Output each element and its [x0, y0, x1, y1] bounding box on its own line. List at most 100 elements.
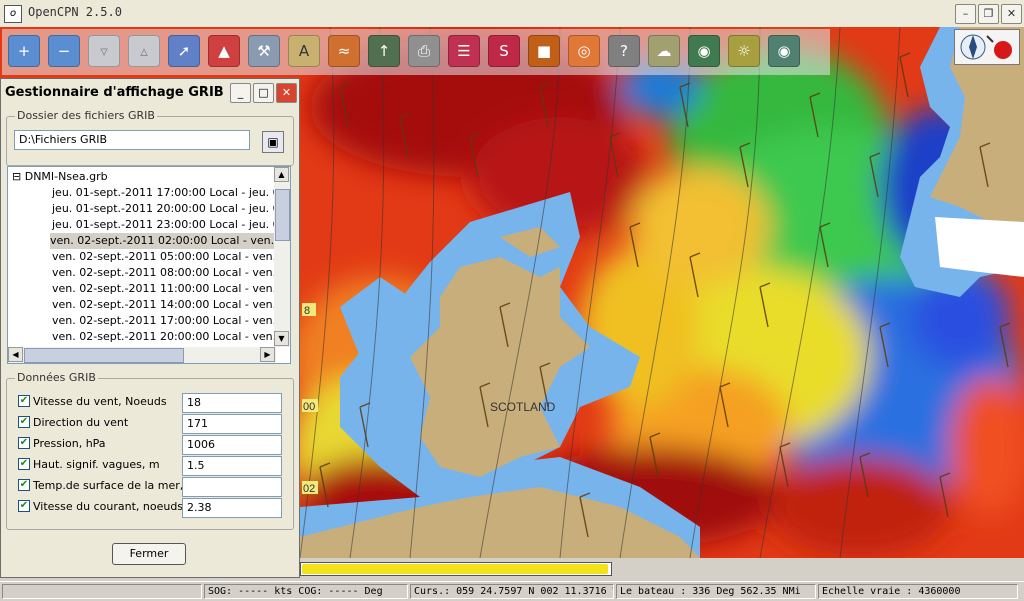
- minimize-button[interactable]: –: [955, 4, 976, 24]
- contour-label-1: 8: [304, 305, 310, 317]
- tree-item[interactable]: ven. 02-sept.-2011 05:00:00 Local - ven.…: [52, 249, 290, 265]
- status-bar: SOG: ----- kts COG: ----- Deg Curs.: 059…: [0, 581, 1024, 601]
- current-speed-label: Vitesse du courant, noeuds.: [33, 500, 187, 513]
- close-button[interactable]: ✕: [1001, 4, 1022, 24]
- mob-button[interactable]: ◎: [568, 35, 600, 67]
- grib-button[interactable]: ☁: [648, 35, 680, 67]
- wind-speed-checkbox[interactable]: ✔: [18, 395, 30, 407]
- status-sog-cog: SOG: ----- kts COG: ----- Deg: [204, 584, 408, 599]
- currents-button[interactable]: ≈: [328, 35, 360, 67]
- zoom-in-button[interactable]: +: [8, 35, 40, 67]
- grib-data-group-label: Données GRIB: [15, 371, 98, 384]
- wave-height-value: 1.5: [182, 456, 282, 476]
- route-manager-button[interactable]: ☰: [448, 35, 480, 67]
- grib-close-button[interactable]: ✕: [276, 83, 297, 103]
- zoom-out-icon: −: [57, 42, 71, 60]
- scale-in-icon: ▿: [100, 42, 108, 60]
- follow-button[interactable]: ▲: [208, 35, 240, 67]
- wave-height-label: Haut. signif. vagues, m: [33, 458, 160, 471]
- print-button[interactable]: ⎙: [408, 35, 440, 67]
- folder-group-label: Dossier des fichiers GRIB: [15, 109, 157, 122]
- progress-track: [300, 562, 612, 576]
- scroll-down-icon[interactable]: ▼: [274, 331, 289, 346]
- grib-icon: ☁: [656, 42, 672, 60]
- radar-button[interactable]: ◉: [768, 35, 800, 67]
- tree-item[interactable]: ven. 02-sept.-2011 08:00:00 Local - ven.…: [52, 265, 290, 281]
- browse-folder-button[interactable]: ▣: [262, 131, 284, 153]
- sea-temperature-value: [182, 477, 282, 497]
- lifebuoy-icon: ◎: [577, 42, 591, 60]
- progress-bar: [300, 559, 616, 579]
- app-icon: o: [4, 5, 22, 23]
- weather-fax-button[interactable]: ☼: [728, 35, 760, 67]
- grib-maximize-button[interactable]: □: [253, 83, 274, 103]
- track-icon: S: [499, 42, 509, 60]
- close-dialog-button[interactable]: Fermer: [112, 543, 186, 565]
- status-scale: Echelle vraie : 4360000: [818, 584, 1018, 599]
- currents-icon: ≈: [337, 42, 351, 60]
- color-scheme-button[interactable]: ■: [528, 35, 560, 67]
- scale-out-button[interactable]: ▵: [128, 35, 160, 67]
- scroll-thumb[interactable]: [275, 189, 290, 241]
- contour-label-3: 02: [303, 483, 315, 495]
- tree-item[interactable]: jeu. 01-sept.-2011 20:00:00 Local - jeu.…: [52, 201, 290, 217]
- sea-temperature-checkbox[interactable]: ✔: [18, 479, 30, 491]
- wind-direction-label: Direction du vent: [33, 416, 129, 429]
- track-button[interactable]: S: [488, 35, 520, 67]
- wrench-icon: ⚒: [257, 42, 271, 60]
- status-blank: [2, 584, 202, 599]
- help-button[interactable]: ?: [608, 35, 640, 67]
- zoom-in-icon: +: [17, 42, 31, 60]
- tree-item[interactable]: ven. 02-sept.-2011 20:00:00 Local - ven.…: [52, 329, 290, 345]
- tree-item[interactable]: ven. 02-sept.-2011 14:00:00 Local - ven.…: [52, 297, 290, 313]
- grib-dialog-title: Gestionnaire d'affichage GRIB: [5, 85, 224, 100]
- grib-minimize-button[interactable]: _: [230, 83, 251, 103]
- tree-vertical-scrollbar[interactable]: ▲ ▼: [274, 167, 290, 347]
- status-bearing: Le bateau : 336 Deg 562.35 NMi: [616, 584, 816, 599]
- wind-speed-label: Vitesse du vent, Noeuds: [33, 395, 167, 408]
- scroll-thumb-horizontal[interactable]: [24, 348, 184, 363]
- settings-button[interactable]: ⚒: [248, 35, 280, 67]
- scroll-left-icon[interactable]: ◀: [8, 347, 23, 362]
- tree-root-label: DNMI-Nsea.grb: [24, 170, 108, 183]
- scroll-up-icon[interactable]: ▲: [274, 167, 289, 182]
- grib-file-tree[interactable]: ⊟ DNMI-Nsea.grb jeu. 01-sept.-2011 17:00…: [7, 166, 291, 364]
- scroll-right-icon[interactable]: ▶: [260, 347, 275, 362]
- wave-height-checkbox[interactable]: ✔: [18, 458, 30, 470]
- globe-button[interactable]: ◉: [688, 35, 720, 67]
- zoom-out-button[interactable]: −: [48, 35, 80, 67]
- wind-speed-value: 18: [182, 393, 282, 413]
- compass-icon: [960, 34, 1012, 60]
- scale-in-button[interactable]: ▿: [88, 35, 120, 67]
- current-speed-value: 2.38: [182, 498, 282, 518]
- route-button[interactable]: ➚: [168, 35, 200, 67]
- scale-out-icon: ▵: [140, 42, 148, 60]
- tree-item-selected[interactable]: ven. 02-sept.-2011 02:00:00 Local - ven.…: [50, 233, 290, 249]
- contour-label-2: 00: [303, 401, 315, 413]
- folder-path-input[interactable]: D:\Fichiers GRIB: [14, 130, 250, 150]
- text-icon: A: [298, 42, 310, 60]
- tree-item[interactable]: ven. 02-sept.-2011 17:00:00 Local - ven.…: [52, 313, 290, 329]
- sea-temperature-label: Temp.de surface de la mer, °C: [33, 479, 200, 492]
- current-speed-checkbox[interactable]: ✔: [18, 500, 30, 512]
- map-region-label: SCOTLAND: [490, 400, 556, 414]
- tree-item[interactable]: ven. 02-sept.-2011 11:00:00 Local - ven.…: [52, 281, 290, 297]
- weather-fax-icon: ☼: [737, 42, 751, 60]
- tides-button[interactable]: ↑: [368, 35, 400, 67]
- maximize-button[interactable]: ❐: [978, 4, 999, 24]
- compass-widget[interactable]: [954, 29, 1020, 65]
- tree-item[interactable]: jeu. 01-sept.-2011 23:00:00 Local - jeu.…: [52, 217, 290, 233]
- globe-icon: ◉: [697, 42, 711, 60]
- text-button[interactable]: A: [288, 35, 320, 67]
- route-manager-icon: ☰: [457, 42, 471, 60]
- pressure-checkbox[interactable]: ✔: [18, 437, 30, 449]
- print-icon: ⎙: [417, 42, 430, 60]
- color-scheme-icon: ■: [536, 42, 552, 60]
- folder-open-icon: ▣: [267, 135, 279, 149]
- wind-direction-value: 171: [182, 414, 282, 434]
- tree-horizontal-scrollbar[interactable]: ◀ ▶: [8, 347, 276, 363]
- title-bar: o OpenCPN 2.5.0 – ❐ ✕: [0, 0, 1024, 28]
- tree-item[interactable]: jeu. 01-sept.-2011 17:00:00 Local - jeu.…: [52, 185, 290, 201]
- tree-root[interactable]: ⊟ DNMI-Nsea.grb: [12, 169, 108, 185]
- wind-direction-checkbox[interactable]: ✔: [18, 416, 30, 428]
